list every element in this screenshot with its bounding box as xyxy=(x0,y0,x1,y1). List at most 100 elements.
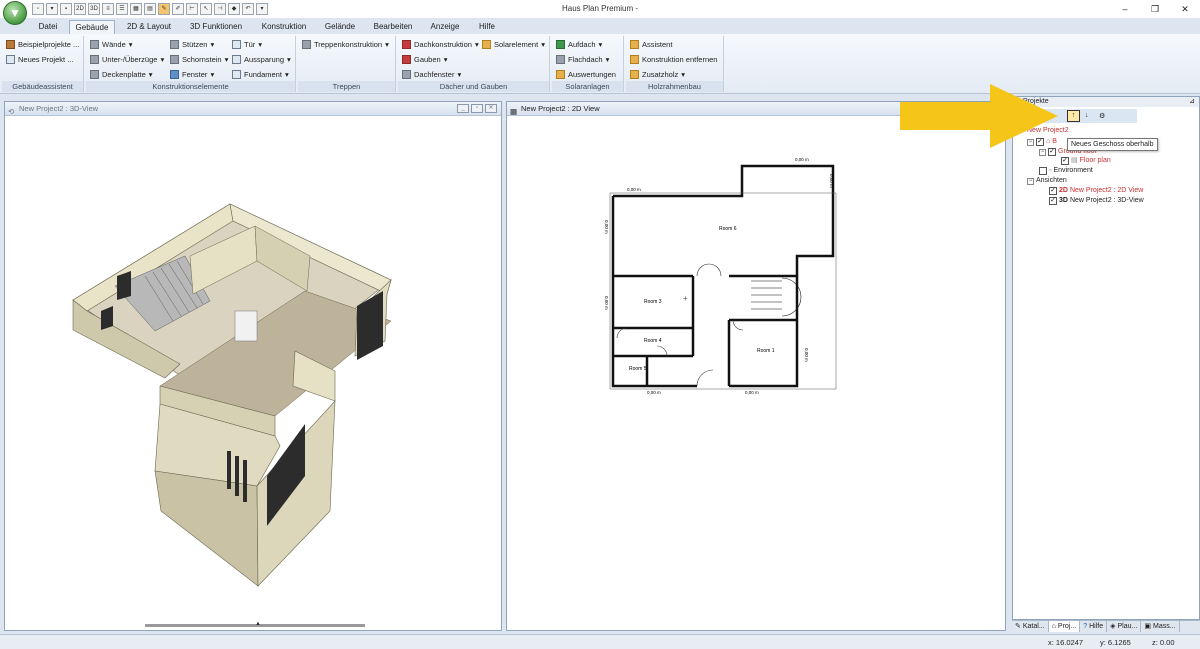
assistent-button[interactable]: Assistent xyxy=(630,38,672,51)
dormer-icon xyxy=(402,55,411,64)
group-label: Dächer und Gauben xyxy=(398,81,549,92)
room-label: Room 4 xyxy=(644,338,662,344)
tab-projekte[interactable]: ⌂ Proj... xyxy=(1048,621,1081,632)
new-floor-below-icon[interactable]: ↓ xyxy=(1085,112,1089,119)
konstruktion-entfernen-button[interactable]: Konstruktion entfernen xyxy=(630,53,717,66)
unterzuege-button[interactable]: Unter-/Überzüge ▾ xyxy=(90,53,164,66)
group-gebaeudeassistent: Beispielprojekte ... Neues Projekt ... G… xyxy=(2,36,84,92)
tooltip: Neues Geschoss oberhalb xyxy=(1067,138,1158,151)
auswertungen-button[interactable]: Auswertungen xyxy=(556,68,616,81)
maximize-icon[interactable]: ❐ xyxy=(1140,0,1170,18)
aussparung-button[interactable]: Aussparung ▾ xyxy=(232,53,291,66)
floor-settings-icon[interactable]: ⚙ xyxy=(1099,112,1105,120)
solarelement-button[interactable]: Solarelement ▾ xyxy=(482,38,545,51)
panel-3d-view[interactable]: ⟲ New Project2 : 3D-View _ ▫ ✕ ▲ xyxy=(4,101,502,631)
flachdach-button[interactable]: Flachdach ▾ xyxy=(556,53,609,66)
dimension-label: 0,00 m xyxy=(604,220,609,234)
stairs-icon xyxy=(302,40,311,49)
fundament-button[interactable]: Fundament ▾ xyxy=(232,68,289,81)
checkbox[interactable]: ✓ xyxy=(1049,187,1057,195)
tree-environment[interactable]: ▫ Environment xyxy=(1039,166,1093,176)
group-label: Treppen xyxy=(298,81,395,92)
new-floor-above-icon[interactable]: ↑ xyxy=(1067,110,1080,122)
column-icon xyxy=(170,40,179,49)
minimize-icon[interactable]: _ xyxy=(457,104,469,113)
pin-icon[interactable]: ⊿ xyxy=(1189,97,1195,107)
zusatzholz-button[interactable]: Zusatzholz ▾ xyxy=(630,68,685,81)
stuetzen-button[interactable]: Stützen ▾ xyxy=(170,38,214,51)
tree-view-3d[interactable]: ✓ 3D New Project2 : 3D-View xyxy=(1049,196,1144,206)
gauben-button[interactable]: Gauben ▾ xyxy=(402,53,447,66)
window-controls: – ❐ ✕ xyxy=(1110,0,1200,18)
wall-icon xyxy=(90,40,99,49)
frame-icon xyxy=(630,40,639,49)
minimize-icon[interactable]: – xyxy=(1110,0,1140,18)
aufdach-button[interactable]: Aufdach ▾ xyxy=(556,38,602,51)
group-holzrahmenbau: Assistent Konstruktion entfernen Zusatzh… xyxy=(626,36,724,92)
tab-gelaende[interactable]: Gelände xyxy=(318,20,362,34)
tab-hilfe[interactable]: Hilfe xyxy=(472,20,502,34)
group-label: Gebäudeassistent xyxy=(2,81,83,92)
2d-floor-plan[interactable]: Room 6 Room 3 Room 4 Room 5 Room 1 0,00 … xyxy=(507,116,1005,630)
annotation-arrow xyxy=(900,84,1058,148)
tab-datei[interactable]: Datei xyxy=(30,20,66,34)
tab-massen[interactable]: ▣ Mass... xyxy=(1141,621,1180,632)
dimension-label: 0,00 m xyxy=(604,296,609,310)
opening-icon xyxy=(232,55,241,64)
tab-anzeige[interactable]: Anzeige xyxy=(424,20,466,34)
status-x: x: 16.0247 xyxy=(1048,638,1084,647)
fenster-button[interactable]: Fenster ▾ xyxy=(170,68,214,81)
treppenkonstruktion-button[interactable]: Treppenkonstruktion ▾ xyxy=(302,38,389,51)
dachkonstruktion-button[interactable]: Dachkonstruktion ▾ xyxy=(402,38,479,51)
dimension-label: 0,00 m xyxy=(745,390,759,395)
new-project-icon xyxy=(6,55,15,64)
schornstein-button[interactable]: Schornstein ▾ xyxy=(170,53,228,66)
window-icon xyxy=(170,70,179,79)
tree-floor-plan[interactable]: ✓ ▤ Floor plan xyxy=(1061,156,1111,166)
3d-house-render[interactable]: ▲ xyxy=(5,116,501,630)
window-title: Haus Plan Premium - xyxy=(561,4,639,13)
dimension-label: 0,00 m xyxy=(829,174,834,188)
neues-projekt-button[interactable]: Neues Projekt ... xyxy=(6,53,73,66)
check-icon: ◈ xyxy=(1110,623,1116,630)
tree-view-2d[interactable]: ✓ 2D New Project2 : 2D View xyxy=(1049,186,1143,196)
app-menu-button[interactable]: ▼ xyxy=(3,1,27,25)
roof-window-icon xyxy=(402,70,411,79)
close-icon[interactable]: ✕ xyxy=(1170,0,1200,18)
dimension-label: 0,00 m xyxy=(795,157,809,162)
checkbox[interactable]: ✓ xyxy=(1049,197,1057,205)
panel-2d-view[interactable]: ▦ New Project2 : 2D View Room 6 Room 3 R… xyxy=(506,101,1006,631)
close-icon[interactable]: ✕ xyxy=(485,104,497,113)
dimension-label: 0,00 m xyxy=(627,187,641,192)
checkbox[interactable]: ✓ xyxy=(1061,157,1069,165)
waende-button[interactable]: Wände ▾ xyxy=(90,38,133,51)
tuer-button[interactable]: Tür ▾ xyxy=(232,38,262,51)
dachfenster-button[interactable]: Dachfenster ▾ xyxy=(402,68,461,81)
tab-2d-layout[interactable]: 2D & Layout xyxy=(120,20,178,34)
environment-icon: ▫ xyxy=(1049,167,1052,174)
room-label: Room 6 xyxy=(719,226,737,232)
tab-3d-funktionen[interactable]: 3D Funktionen xyxy=(184,20,248,34)
collapse-icon[interactable]: − xyxy=(1027,177,1034,185)
tab-hilfe-panel[interactable]: ? Hilfe xyxy=(1080,621,1108,632)
roof-mount-icon xyxy=(556,40,565,49)
side-panel-tabs: ✎ Katal... ⌂ Proj... ? Hilfe ◈ Plau... ▣ Mass… xyxy=(1012,620,1200,632)
panel-projects: Projekte ⊿ ↑ ↓ ⚙ New Project2 − ✓ ⌂ B − … xyxy=(1012,96,1200,620)
tab-katalog[interactable]: ✎ Katal... xyxy=(1012,621,1049,632)
beispielprojekte-button[interactable]: Beispielprojekte ... xyxy=(6,38,79,51)
chimney-icon xyxy=(170,55,179,64)
status-z: z: 0.00 xyxy=(1152,638,1175,647)
room-label: Room 3 xyxy=(644,299,662,305)
tab-plausibilitaet[interactable]: ◈ Plau... xyxy=(1107,621,1142,632)
tab-konstruktion[interactable]: Konstruktion xyxy=(254,20,314,34)
sun-icon xyxy=(556,70,565,79)
frame-remove-icon xyxy=(630,55,639,64)
checkbox[interactable] xyxy=(1039,167,1047,175)
tree-views[interactable]: − Ansichten xyxy=(1027,176,1067,186)
status-bar: x: 16.0247 y: 6.1265 z: 0.00 xyxy=(0,634,1200,649)
tab-gebaeude[interactable]: Gebäude xyxy=(69,20,115,34)
tab-bearbeiten[interactable]: Bearbeiten xyxy=(368,20,418,34)
view-2d-panel-icon: ▦ xyxy=(510,107,518,116)
deckenplatte-button[interactable]: Deckenplatte ▾ xyxy=(90,68,153,81)
restore-icon[interactable]: ▫ xyxy=(471,104,483,113)
